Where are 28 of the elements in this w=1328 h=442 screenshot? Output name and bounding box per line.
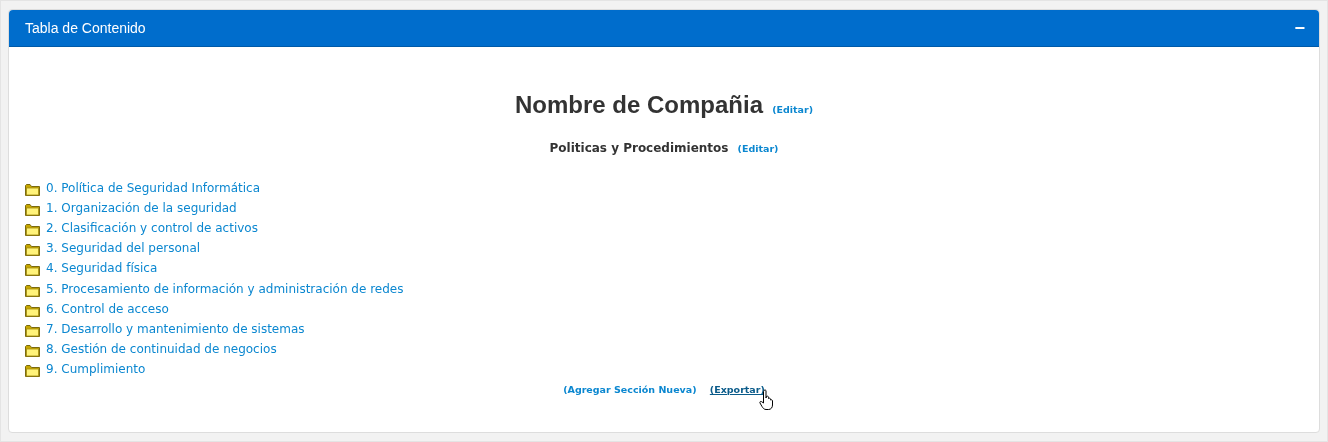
- section-link[interactable]: 3. Seguridad del personal: [46, 241, 201, 256]
- section-link[interactable]: 0. Política de Seguridad Informática: [46, 181, 261, 196]
- section-link[interactable]: 8. Gestión de continuidad de negocios: [46, 341, 277, 356]
- company-name: Nombre de Compañia: [515, 91, 764, 118]
- folder-icon: [25, 303, 40, 317]
- section-link[interactable]: 9. Cumplimiento: [46, 361, 146, 376]
- folder-icon: [25, 283, 40, 297]
- folder-icon: [25, 323, 40, 337]
- folder-icon: [25, 223, 40, 237]
- panel-title: Tabla de Contenido: [25, 20, 146, 36]
- subtitle: Politicas y Procedimientos: [549, 141, 729, 155]
- action-link[interactable]: (Agregar Sección Nueva): [563, 383, 697, 395]
- folder-icon: [25, 243, 40, 257]
- section-link[interactable]: 4. Seguridad física: [46, 261, 158, 276]
- section-link[interactable]: 6. Control de acceso: [46, 301, 169, 316]
- folder-icon: [25, 263, 40, 277]
- folder-icon: [25, 363, 40, 377]
- folder-icon: [25, 203, 40, 217]
- action-link[interactable]: (Exportar): [709, 383, 765, 395]
- collapse-button[interactable]: −: [1294, 20, 1305, 36]
- edit-link[interactable]: (Editar): [737, 143, 779, 154]
- section-link[interactable]: 1. Organización de la seguridad: [46, 201, 237, 216]
- section-link[interactable]: 5. Procesamiento de información y administración de redes: [46, 281, 404, 296]
- section-link[interactable]: 7. Desarrollo y mantenimiento de sistemas: [46, 321, 305, 336]
- folder-icon: [25, 183, 40, 197]
- edit-link[interactable]: (Editar): [772, 104, 813, 115]
- section-link[interactable]: 2. Clasificación y control de activos: [46, 221, 258, 236]
- folder-icon: [25, 343, 40, 357]
